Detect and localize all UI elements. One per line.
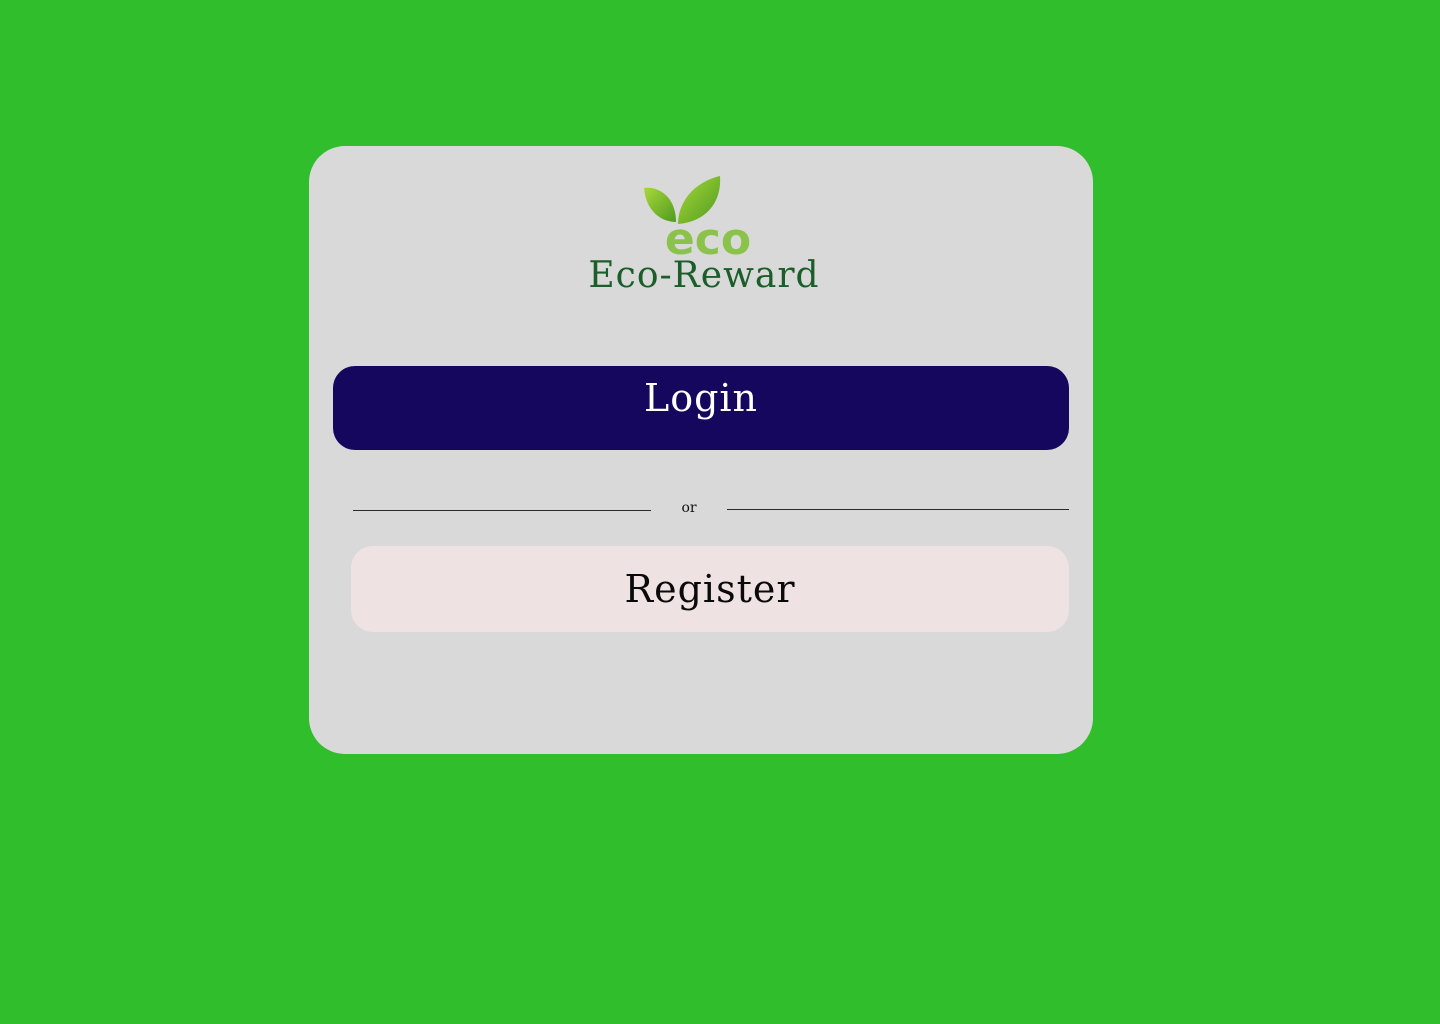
auth-card: eco Eco-Reward Login or Register	[309, 146, 1093, 754]
leaf-eco-logo-icon: eco	[644, 176, 751, 258]
divider-line-left	[353, 510, 651, 511]
divider-line-right	[727, 509, 1069, 510]
app-title: Eco-Reward	[588, 255, 820, 296]
divider-or-text: or	[681, 500, 697, 516]
logo-text: eco	[665, 214, 751, 258]
register-button[interactable]: Register	[351, 546, 1069, 632]
login-button[interactable]: Login	[333, 366, 1069, 450]
